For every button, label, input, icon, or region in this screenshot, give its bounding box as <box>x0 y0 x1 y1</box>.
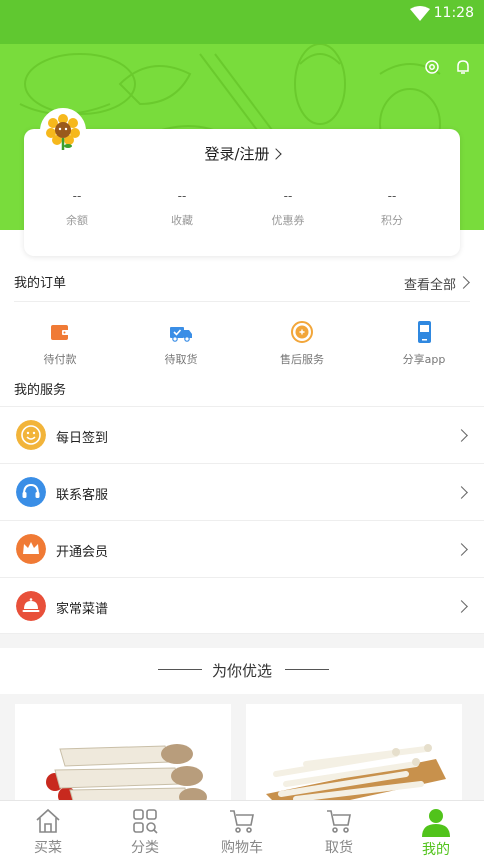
stat-label: 优惠券 <box>271 214 305 227</box>
divider-line <box>285 669 329 670</box>
order-pending-payment[interactable]: 待付款 <box>10 320 110 367</box>
service-label: 家常菜谱 <box>56 602 109 617</box>
order-item-label: 待取货 <box>164 353 198 366</box>
dish-icon <box>16 591 46 621</box>
tab-pickup[interactable]: 取货 <box>291 801 387 864</box>
service-membership[interactable]: 开通会员 <box>0 520 484 577</box>
service-home-recipes[interactable]: 家常菜谱 <box>0 577 484 634</box>
truck-icon <box>170 327 192 342</box>
home-icon <box>36 808 60 833</box>
avatar[interactable] <box>40 108 86 154</box>
cart-icon <box>230 810 254 833</box>
product-card[interactable] <box>246 704 462 814</box>
tab-label: 取货 <box>325 840 353 856</box>
stat-label: 余额 <box>66 214 88 227</box>
smile-icon <box>16 420 46 450</box>
chevron-right-icon <box>455 486 468 499</box>
chevron-right-icon <box>455 543 468 556</box>
product-card[interactable] <box>15 704 231 814</box>
stat-favorites[interactable]: -- 收藏 <box>137 189 227 228</box>
tab-label: 分类 <box>131 840 159 856</box>
divider-line <box>158 669 202 670</box>
tab-label: 购物车 <box>221 840 263 856</box>
tab-category[interactable]: 分类 <box>97 801 193 864</box>
status-bar: 11:28 <box>0 0 484 44</box>
after-sale-icon <box>291 321 313 343</box>
pickup-cart-icon <box>327 810 351 833</box>
order-share-app[interactable]: 分享app <box>374 320 474 367</box>
orders-title: 我的订单 <box>14 276 67 291</box>
chevron-right-icon <box>455 429 468 442</box>
order-item-label: 售后服务 <box>280 353 324 366</box>
crown-icon <box>16 534 46 564</box>
chevron-right-icon <box>457 276 470 289</box>
view-all-orders-link[interactable]: 查看全部 <box>404 274 456 293</box>
bottom-tab-bar: 买菜 分类 购物车 取货 我的 <box>0 800 484 864</box>
tab-buy-vegetables[interactable]: 买菜 <box>0 801 96 864</box>
user-icon <box>422 809 450 837</box>
stat-value: -- <box>72 189 82 203</box>
stat-value: -- <box>283 189 293 203</box>
phone-app-icon <box>418 321 431 343</box>
stat-balance[interactable]: -- 余额 <box>32 189 122 228</box>
chevron-right-icon <box>269 148 282 160</box>
status-time: 11:28 <box>433 5 474 21</box>
wallet-icon <box>51 325 69 340</box>
headset-icon <box>16 477 46 507</box>
king-oyster-mushroom-image <box>15 704 231 814</box>
order-item-label: 分享app <box>402 353 446 366</box>
service-customer-support[interactable]: 联系客服 <box>0 463 484 520</box>
profile-card: 登录/注册 -- 余额 -- 收藏 -- 优惠券 -- 积分 <box>24 129 460 256</box>
recommend-title: 为你优选 <box>211 662 272 680</box>
login-register-button[interactable]: 登录/注册 <box>24 143 460 164</box>
order-to-pickup[interactable]: 待取货 <box>131 320 231 367</box>
stat-value: -- <box>177 189 187 203</box>
order-item-label: 待付款 <box>43 353 77 366</box>
tab-mine[interactable]: 我的 <box>388 801 484 864</box>
category-icon <box>133 809 158 834</box>
tab-cart[interactable]: 购物车 <box>194 801 290 864</box>
services-title: 我的服务 <box>14 383 67 398</box>
settings-icon[interactable] <box>423 58 441 76</box>
stat-label: 积分 <box>381 214 403 227</box>
stat-value: -- <box>387 189 397 203</box>
stat-label: 收藏 <box>171 214 193 227</box>
chevron-right-icon <box>455 600 468 613</box>
tab-label: 我的 <box>422 842 450 858</box>
order-after-sales[interactable]: 售后服务 <box>252 320 352 367</box>
tab-label: 买菜 <box>34 840 62 856</box>
service-label: 联系客服 <box>56 488 109 503</box>
enoki-mushroom-image <box>246 704 462 814</box>
bell-icon[interactable] <box>454 58 472 76</box>
service-label: 每日签到 <box>56 431 109 446</box>
service-label: 开通会员 <box>56 545 109 560</box>
service-daily-checkin[interactable]: 每日签到 <box>0 406 484 463</box>
recommend-header: 为你优选 <box>0 648 484 694</box>
stat-points[interactable]: -- 积分 <box>347 189 437 228</box>
stat-coupons[interactable]: -- 优惠券 <box>243 189 333 228</box>
sunflower-avatar-icon <box>46 114 80 150</box>
wifi-icon <box>410 6 430 21</box>
login-label: 登录/注册 <box>204 145 270 163</box>
